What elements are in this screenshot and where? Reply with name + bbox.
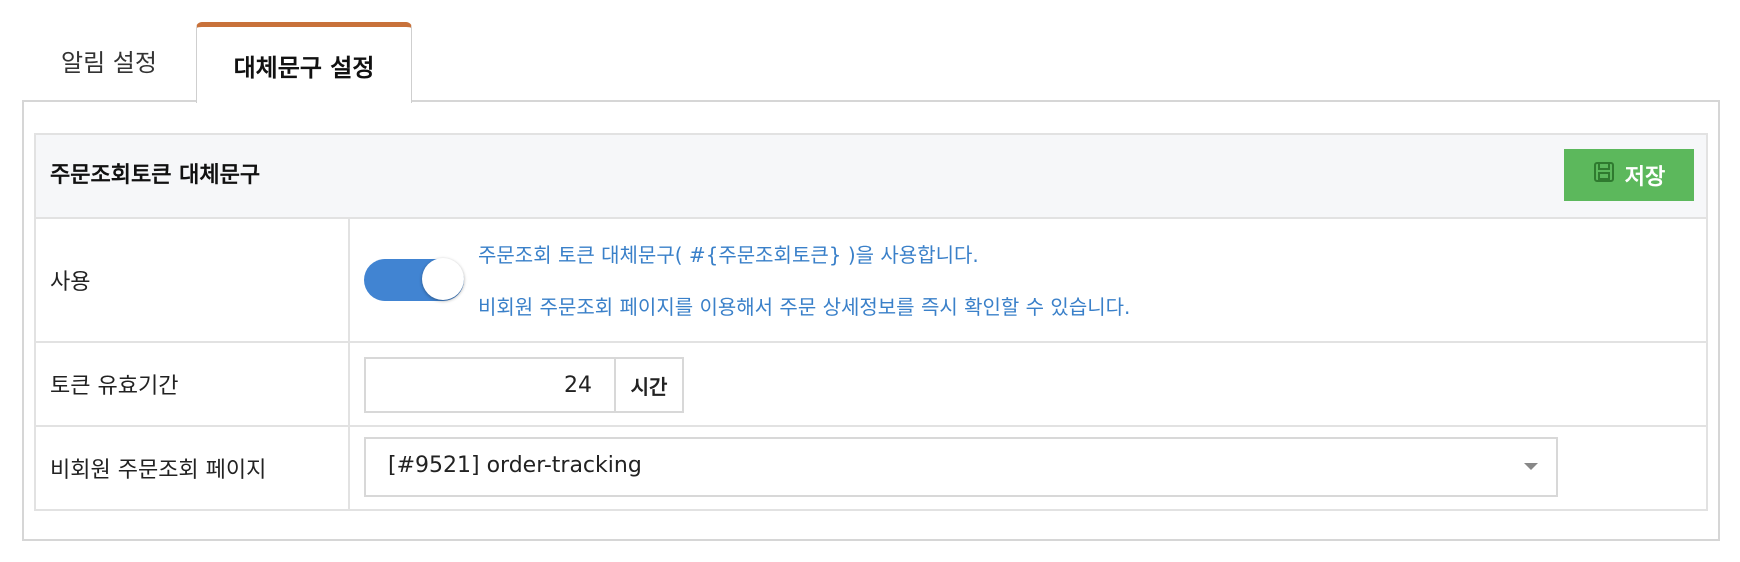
tab-bar: 알림 설정 대체문구 설정	[22, 22, 412, 103]
use-description-1: 주문조회 토큰 대체문구( #{주문조회토큰} )을 사용합니다.	[478, 243, 979, 267]
save-button[interactable]: 저장	[1564, 149, 1694, 201]
tab-panel: 주문조회토큰 대체문구 저장 사용 주문조회 토큰 대체문구( #{주문조회토큰…	[22, 100, 1720, 541]
token-period-unit: 시간	[614, 357, 684, 413]
tab-label: 알림 설정	[61, 48, 157, 77]
use-toggle[interactable]	[364, 258, 464, 301]
section-title: 주문조회토큰 대체문구	[50, 163, 261, 188]
use-description-2: 비회원 주문조회 페이지를 이용해서 주문 상세정보를 즉시 확인할 수 있습니…	[478, 295, 1131, 319]
toggle-knob	[422, 258, 464, 300]
use-value: 주문조회 토큰 대체문구( #{주문조회토큰} )을 사용합니다. 비회원 주문…	[350, 219, 1706, 341]
section-header: 주문조회토큰 대체문구 저장	[36, 135, 1706, 219]
settings-box: 주문조회토큰 대체문구 저장 사용 주문조회 토큰 대체문구( #{주문조회토큰…	[34, 133, 1708, 511]
save-label: 저장	[1624, 165, 1666, 190]
guest-page-row: 비회원 주문조회 페이지 [#9521] order-tracking	[36, 427, 1706, 509]
tab-notification-settings[interactable]: 알림 설정	[22, 24, 196, 102]
token-period-value: 시간	[350, 343, 1706, 425]
guest-page-value: [#9521] order-tracking	[350, 427, 1706, 509]
guest-page-selected: [#9521] order-tracking	[388, 453, 642, 478]
token-period-input[interactable]	[364, 357, 616, 413]
tab-label: 대체문구 설정	[233, 53, 375, 82]
token-period-label: 토큰 유효기간	[36, 343, 350, 425]
floppy-disk-icon	[1593, 161, 1615, 189]
use-label: 사용	[36, 219, 350, 341]
guest-page-select[interactable]: [#9521] order-tracking	[364, 437, 1558, 497]
tab-substitute-text-settings[interactable]: 대체문구 설정	[196, 22, 412, 103]
token-period-row: 토큰 유효기간 시간	[36, 343, 1706, 427]
use-row: 사용 주문조회 토큰 대체문구( #{주문조회토큰} )을 사용합니다. 비회원…	[36, 219, 1706, 343]
guest-page-label: 비회원 주문조회 페이지	[36, 427, 350, 509]
chevron-down-icon	[1524, 463, 1538, 470]
